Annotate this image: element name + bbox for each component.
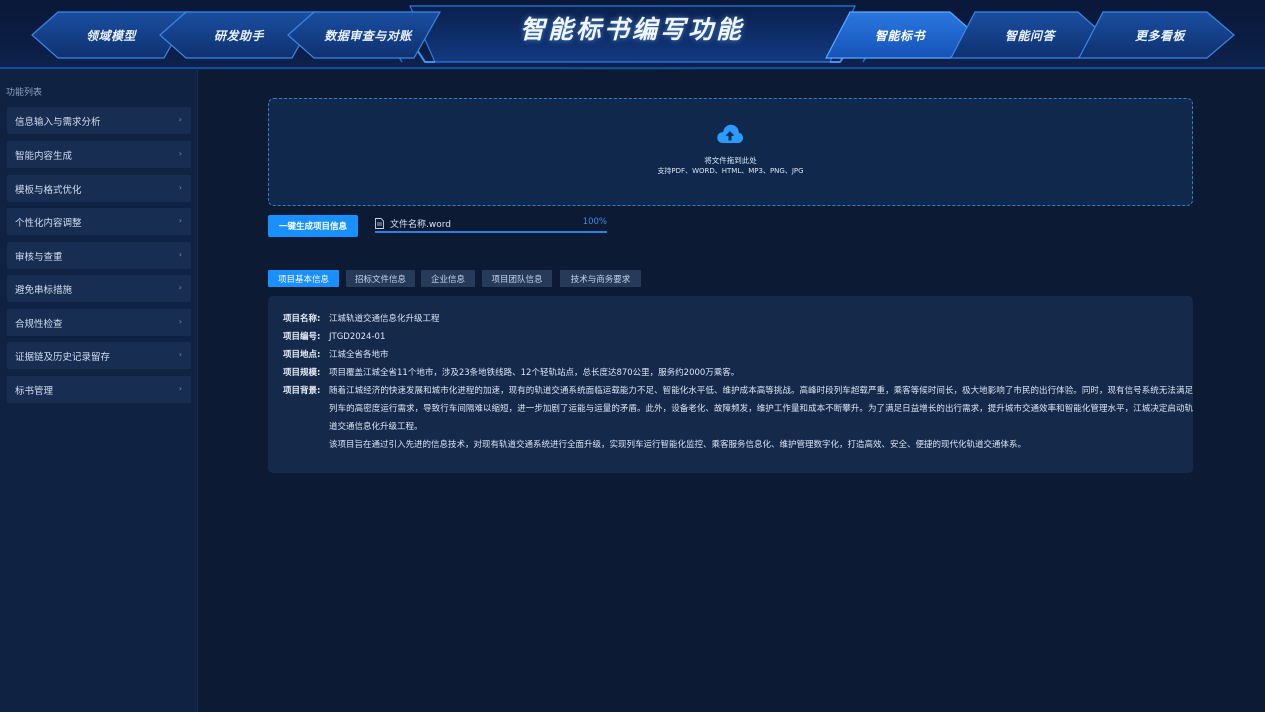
nav-smart-bidding[interactable]: 智能标书 — [850, 12, 950, 58]
chevron-right-icon: › — [178, 115, 182, 124]
chevron-right-icon: › — [178, 250, 182, 259]
nav-smart-qa[interactable]: 智能问答 — [980, 12, 1080, 58]
project-background-value: 随着江城经济的快速发展和城市化进程的加速，现有的轨道交通系统面临运载能力不足、智… — [329, 382, 1193, 454]
sidebar-item-template-format[interactable]: 模板与格式优化 › — [7, 175, 191, 202]
sidebar-item-label: 模板与格式优化 — [15, 184, 82, 196]
sidebar-item-label: 标书管理 — [15, 385, 54, 397]
nav-domain-model[interactable]: 领域模型 — [58, 12, 164, 58]
project-name-label: 项目名称: — [283, 314, 321, 324]
chevron-right-icon: › — [178, 350, 182, 359]
project-location-label: 项目地点: — [283, 350, 321, 360]
sidebar-title: 功能列表 — [6, 88, 43, 98]
sidebar-item-label: 避免串标措施 — [15, 284, 73, 296]
nav-rd-assistant[interactable]: 研发助手 — [186, 12, 292, 58]
project-scale-label: 项目规模: — [283, 368, 321, 378]
sidebar-item-anti-collusion[interactable]: 避免串标措施 › — [7, 275, 191, 302]
project-code-value: JTGD2024-01 — [329, 332, 386, 342]
project-background-paragraph-2: 该项目旨在通过引入先进的信息技术，对现有轨道交通系统进行全面升级，实现列车运行智… — [329, 440, 1027, 450]
tab-project-basic-info[interactable]: 项目基本信息 — [268, 270, 339, 287]
nav-data-review[interactable]: 数据审查与对账 — [310, 12, 426, 58]
tab-tech-business-requirements[interactable]: 技术与商务要求 — [560, 270, 641, 287]
tab-enterprise-info[interactable]: 企业信息 — [421, 270, 475, 287]
drop-hint-text: 将文件拖到此处 — [704, 156, 757, 165]
chevron-right-icon: › — [178, 384, 182, 393]
sidebar-item-label: 信息输入与需求分析 — [15, 116, 101, 128]
sidebar-item-compliance[interactable]: 合规性检查 › — [7, 309, 191, 336]
chevron-right-icon: › — [178, 216, 182, 225]
nav-more-dashboards[interactable]: 更多看板 — [1108, 12, 1212, 58]
file-upload-dropzone[interactable]: 将文件拖到此处 支持PDF、WORD、HTML、MP3、PNG、JPG — [268, 98, 1193, 206]
upload-progress-fill — [375, 231, 607, 233]
project-background-paragraph: 随着江城经济的快速发展和城市化进程的加速，现有的轨道交通系统面临运载能力不足、智… — [329, 386, 1193, 432]
sidebar-item-label: 审核与查重 — [15, 251, 63, 263]
sidebar-item-evidence-history[interactable]: 证据链及历史记录留存 › — [7, 342, 191, 369]
document-icon — [375, 218, 384, 229]
chevron-right-icon: › — [178, 149, 182, 158]
sidebar-item-review-dedup[interactable]: 审核与查重 › — [7, 242, 191, 269]
function-sidebar: 功能列表 信息输入与需求分析 › 智能内容生成 › 模板与格式优化 › 个性化内… — [0, 70, 198, 712]
cloud-upload-icon — [717, 124, 744, 143]
project-background-label: 项目背景: — [283, 386, 321, 396]
project-scale-value: 项目覆盖江城全省11个地市，涉及23条地铁线路、12个轻轨站点，总长度达870公… — [329, 368, 740, 378]
sidebar-item-content-generation[interactable]: 智能内容生成 › — [7, 141, 191, 168]
supported-formats-text: 支持PDF、WORD、HTML、MP3、PNG、JPG — [657, 167, 804, 175]
tab-tender-document-info[interactable]: 招标文件信息 — [346, 270, 415, 287]
project-location-value: 江城全省各地市 — [329, 350, 389, 360]
uploaded-file-item: 文件名称.word 100% — [375, 215, 607, 237]
tab-project-team-info[interactable]: 项目团队信息 — [482, 270, 552, 287]
sidebar-item-personalization[interactable]: 个性化内容调整 › — [7, 208, 191, 235]
project-info-panel: 项目名称: 江城轨道交通信息化升级工程 项目编号: JTGD2024-01 项目… — [268, 296, 1193, 473]
upload-progress-text: 100% — [582, 217, 607, 227]
sidebar-item-label: 合规性检查 — [15, 318, 63, 330]
page-title: 智能标书编写功能 — [519, 15, 744, 44]
sidebar-item-label: 个性化内容调整 — [15, 217, 82, 229]
chevron-right-icon: › — [178, 283, 182, 292]
file-name: 文件名称.word — [390, 220, 451, 230]
generate-project-info-button[interactable]: 一键生成项目信息 — [268, 215, 358, 237]
sidebar-item-label: 证据链及历史记录留存 — [15, 351, 111, 363]
project-name-value: 江城轨道交通信息化升级工程 — [329, 314, 440, 324]
sidebar-item-bid-management[interactable]: 标书管理 › — [7, 376, 191, 403]
upload-progress-bar — [375, 231, 607, 233]
main-content: 将文件拖到此处 支持PDF、WORD、HTML、MP3、PNG、JPG 一键生成… — [198, 70, 1265, 712]
project-code-label: 项目编号: — [283, 332, 321, 342]
sidebar-item-info-input[interactable]: 信息输入与需求分析 › — [7, 107, 191, 134]
chevron-right-icon: › — [178, 183, 182, 192]
chevron-right-icon: › — [178, 317, 182, 326]
top-navigation-bar: 领域模型 研发助手 数据审查与对账 智能标书编写功能 智能标书 智能问答 更多看… — [0, 0, 1265, 70]
sidebar-item-label: 智能内容生成 — [15, 150, 73, 162]
